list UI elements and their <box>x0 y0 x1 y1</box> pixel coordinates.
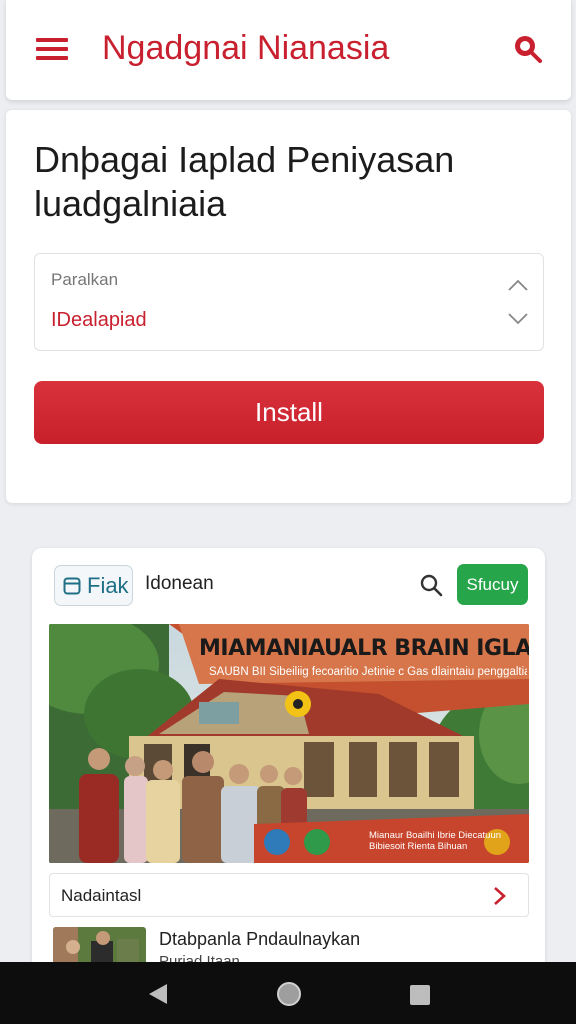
home-icon[interactable] <box>276 981 302 1007</box>
green-action-button[interactable]: Sfucuy <box>457 564 528 605</box>
install-button[interactable]: Install <box>34 381 544 444</box>
chevron-down-icon[interactable] <box>507 312 529 326</box>
language-select[interactable]: Paralkan IDealapiad <box>34 253 544 351</box>
search-icon[interactable] <box>419 573 443 597</box>
search-icon[interactable] <box>512 33 542 63</box>
row-label: Nadaintasl <box>61 886 142 905</box>
app-title: Ngadgnai Nianasia <box>102 29 390 67</box>
page-heading: Dnþagai Iaplad Peniyasan luadgalniaia <box>34 139 455 224</box>
tab-chip[interactable]: Fiak <box>54 565 133 606</box>
list-thumbnail <box>53 927 146 965</box>
chip-label: Fiak <box>87 572 129 598</box>
promo-banner[interactable]: MIAMANIAUALR BRAIN IGLARAMBAI SAUBN BII … <box>49 624 529 863</box>
banner-title: MIAMANIAUALR BRAIN IGLARAMBAI <box>199 636 529 661</box>
recent-apps-icon[interactable] <box>409 984 431 1006</box>
banner-subtitle: SAUBN BII Sibeiliig fecoaritio Jetinie c… <box>209 666 527 678</box>
chevron-right-icon <box>494 887 506 905</box>
hamburger-menu-icon[interactable] <box>36 38 68 62</box>
banner-footer-text: Mianaur Boailhi Ibrie Diecatuun Bibiesoi… <box>369 830 502 852</box>
back-icon[interactable] <box>147 982 169 1006</box>
list-item-title: Dtabpanla Pndaulnaykan <box>159 929 361 949</box>
chevron-up-icon[interactable] <box>507 278 529 292</box>
select-label: Paralkan <box>51 270 119 289</box>
window-icon <box>63 577 81 594</box>
section-row[interactable]: Nadaintasl <box>49 873 529 917</box>
site-name: Idonean <box>145 573 214 594</box>
select-value: IDealapiad <box>51 309 147 331</box>
list-item[interactable]: Dtabpanla Pndaulnaykan Puriad Itaan <box>49 925 529 965</box>
